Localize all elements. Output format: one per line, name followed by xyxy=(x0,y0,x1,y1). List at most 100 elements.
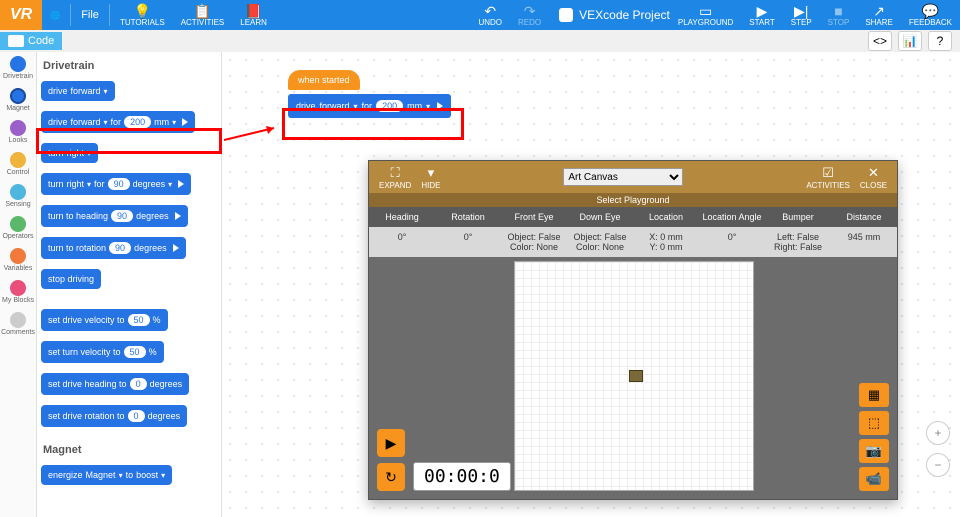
expand-icon: ⛶ xyxy=(391,165,400,181)
playground-button[interactable]: ▭PLAYGROUND xyxy=(670,2,741,29)
play-icon xyxy=(437,102,443,110)
gauge-icon: 📊 xyxy=(903,34,918,48)
block-set-drive-rotation[interactable]: set drive rotation to 0 degrees xyxy=(41,405,187,427)
robot xyxy=(629,370,643,382)
value-input[interactable]: 50 xyxy=(128,314,150,326)
dot-icon xyxy=(10,216,26,232)
redo-button[interactable]: ↷REDO xyxy=(510,2,549,29)
block-turn[interactable]: turn right▾ xyxy=(41,143,98,163)
pg-reset-button[interactable]: ↻ xyxy=(377,463,405,491)
value-input[interactable]: 200 xyxy=(124,116,151,128)
share-button[interactable]: ↗SHARE xyxy=(857,2,901,29)
block-palette[interactable]: Drivetrain drive forward▾ drive forward▾… xyxy=(37,52,222,517)
block-drive[interactable]: drive forward▾ xyxy=(41,81,115,101)
help-icon: ? xyxy=(937,34,944,48)
close-icon: ✕ xyxy=(868,165,879,181)
block-turn-to-rotation[interactable]: turn to rotation 90 degrees xyxy=(41,237,186,259)
play-icon xyxy=(178,180,184,188)
dot-icon xyxy=(10,184,26,200)
value-input[interactable]: 0 xyxy=(130,378,147,390)
palette-heading-drivetrain: Drivetrain xyxy=(41,56,217,76)
cat-looks[interactable]: Looks xyxy=(9,120,28,144)
play-icon xyxy=(173,244,179,252)
block-energize-magnet[interactable]: energize Magnet▾ to boost▾ xyxy=(41,465,172,485)
learn-button[interactable]: 📕LEARN xyxy=(232,2,275,29)
block-turn-for[interactable]: turn right▾ for 90 degrees▾ xyxy=(41,173,191,195)
share-icon: ↗ xyxy=(873,4,885,18)
camera-chase-button[interactable]: 📷 xyxy=(859,439,889,463)
value-input[interactable]: 90 xyxy=(109,242,131,254)
value-input[interactable]: 0 xyxy=(128,410,145,422)
play-icon: ▶ xyxy=(386,435,397,452)
block-set-drive-velocity[interactable]: set drive velocity to 50 % xyxy=(41,309,168,331)
top-toolbar: VR 🌐 File 💡TUTORIALS 📋ACTIVITIES 📕LEARN … xyxy=(0,0,960,30)
help-button[interactable]: ? xyxy=(928,31,952,51)
cat-myblocks[interactable]: My Blocks xyxy=(2,280,34,304)
undo-button[interactable]: ↶UNDO xyxy=(470,2,510,29)
when-started-hat[interactable]: when started xyxy=(288,70,360,90)
canvas-drive-for-block[interactable]: drive forward▾ for 200 mm▾ xyxy=(288,94,451,118)
arena[interactable] xyxy=(514,261,754,491)
block-turn-to-heading[interactable]: turn to heading 90 degrees xyxy=(41,205,188,227)
camera-top-button[interactable]: ⬚ xyxy=(859,411,889,435)
grid-icon: ▦ xyxy=(868,387,880,403)
value-input[interactable]: 200 xyxy=(376,100,403,112)
playground-subtitle: Select Playground xyxy=(369,193,897,207)
value-input[interactable]: 90 xyxy=(108,178,130,190)
value-input[interactable]: 50 xyxy=(124,346,146,358)
start-button[interactable]: ▶START xyxy=(741,2,782,29)
block-set-turn-velocity[interactable]: set turn velocity to 50 % xyxy=(41,341,164,363)
chevron-down-icon: ▾ xyxy=(172,118,176,127)
pg-play-button[interactable]: ▶ xyxy=(377,429,405,457)
block-set-drive-heading[interactable]: set drive heading to 0 degrees xyxy=(41,373,189,395)
dot-icon xyxy=(10,312,26,328)
cat-magnet[interactable]: Magnet xyxy=(6,88,29,112)
block-drive-for[interactable]: drive forward▾ for 200 mm▾ xyxy=(41,111,195,133)
cat-control[interactable]: Control xyxy=(7,152,30,176)
sensor-table-row: 0° 0° Object: False Color: None Object: … xyxy=(369,227,897,257)
playground-window: ⛶EXPAND ▾HIDE Art Canvas ☑ACTIVITIES ✕CL… xyxy=(368,160,898,500)
tutorials-button[interactable]: 💡TUTORIALS xyxy=(112,2,173,29)
monitor-button[interactable]: 📊 xyxy=(898,31,922,51)
block-stop-driving[interactable]: stop driving xyxy=(41,269,101,289)
file-menu[interactable]: File xyxy=(73,7,107,23)
minus-icon: − xyxy=(934,458,941,472)
stop-button[interactable]: ■STOP xyxy=(820,2,858,29)
step-button[interactable]: ▶|STEP xyxy=(783,2,820,29)
activities-button[interactable]: 📋ACTIVITIES xyxy=(173,2,233,29)
cat-comments[interactable]: Comments xyxy=(1,312,35,336)
feedback-button[interactable]: 💬FEEDBACK xyxy=(901,2,960,29)
project-name[interactable]: VEXcode Project xyxy=(559,8,670,22)
code-view-button[interactable]: <> xyxy=(868,31,892,51)
camera-first-person-button[interactable]: 📹 xyxy=(859,467,889,491)
play-icon xyxy=(175,212,181,220)
stop-icon: ■ xyxy=(834,4,842,18)
redo-icon: ↷ xyxy=(524,4,536,18)
camera-grid-button[interactable]: ▦ xyxy=(859,383,889,407)
sensor-table-header: Heading Rotation Front Eye Down Eye Loca… xyxy=(369,207,897,227)
pg-activities-button[interactable]: ☑ACTIVITIES xyxy=(806,165,850,190)
zoom-out-button[interactable]: − xyxy=(926,453,950,477)
zoom-in-button[interactable]: + xyxy=(926,421,950,445)
chevron-down-icon: ▾ xyxy=(104,87,108,96)
expand-button[interactable]: ⛶EXPAND xyxy=(379,165,411,190)
play-icon: ▶ xyxy=(757,4,768,18)
hide-button[interactable]: ▾HIDE xyxy=(421,165,440,190)
code-brackets-icon: <> xyxy=(873,34,887,48)
cat-variables[interactable]: Variables xyxy=(4,248,33,272)
cat-operators[interactable]: Operators xyxy=(2,216,33,240)
cat-drivetrain[interactable]: Drivetrain xyxy=(3,56,33,80)
value-input[interactable]: 90 xyxy=(111,210,133,222)
lightbulb-icon: 💡 xyxy=(134,4,151,18)
language-dropdown[interactable]: 🌐 xyxy=(42,9,68,22)
logo: VR xyxy=(0,0,42,30)
playground-select[interactable]: Art Canvas xyxy=(563,168,683,186)
separator xyxy=(109,4,110,26)
separator xyxy=(70,4,71,26)
cat-sensing[interactable]: Sensing xyxy=(5,184,30,208)
undo-icon: ↶ xyxy=(484,4,496,18)
code-tab[interactable]: Code xyxy=(0,32,62,50)
pg-close-button[interactable]: ✕CLOSE xyxy=(860,165,887,190)
project-icon xyxy=(559,8,573,22)
learn-icon: 📕 xyxy=(245,4,262,18)
